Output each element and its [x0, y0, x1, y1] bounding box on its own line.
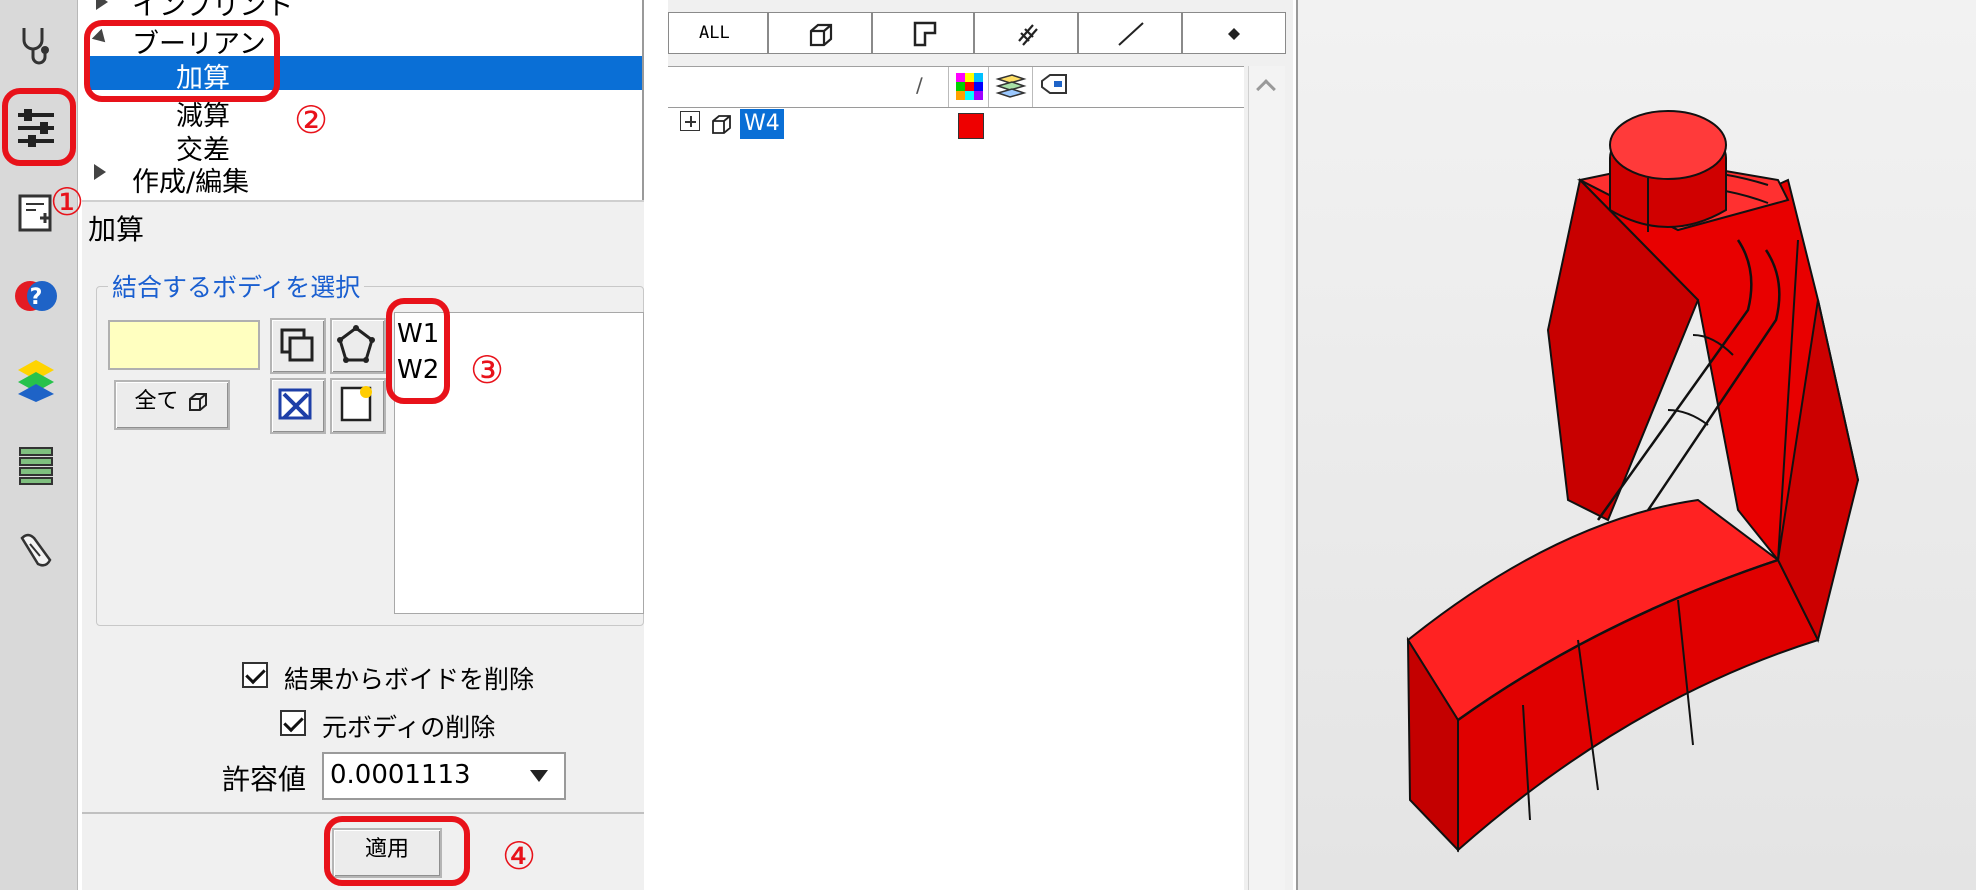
- dropdown-arrow-icon[interactable]: [530, 770, 548, 782]
- tag-column-icon[interactable]: [1038, 71, 1072, 103]
- tab-edge-set[interactable]: [974, 12, 1078, 54]
- tolerance-combobox[interactable]: 0.0001113: [322, 752, 566, 800]
- layer-column-icon[interactable]: [994, 71, 1028, 103]
- remove-voids-checkbox[interactable]: [242, 662, 268, 688]
- annotation-4: ④: [502, 834, 537, 878]
- list-item-w4[interactable]: W4: [740, 109, 784, 139]
- entity-list-panel: ALL ∕ W4: [668, 0, 1293, 891]
- solid-icon: [188, 393, 207, 411]
- body-color-swatch[interactable]: [958, 113, 984, 139]
- color-column-icon[interactable]: [954, 71, 986, 103]
- properties-panel: 加算 結合するボディを選択 全て W1 W2 結果からボイドを削除 元ボディの削…: [82, 200, 644, 890]
- polygon-select-icon: [337, 325, 375, 363]
- annotation-2: ②: [294, 98, 329, 142]
- point-filter-icon: [1228, 28, 1240, 40]
- color-layers-icon[interactable]: [12, 356, 60, 404]
- delete-source-label: 元ボディの削除: [322, 713, 496, 742]
- new-selection-button[interactable]: [330, 378, 386, 434]
- scroll-up-icon[interactable]: [1256, 79, 1276, 99]
- select-all-button[interactable]: 全て: [114, 380, 230, 430]
- clear-selection-button[interactable]: [270, 378, 326, 434]
- remove-voids-label: 結果からボイドを削除: [284, 665, 535, 694]
- new-page-icon: [340, 386, 372, 422]
- scroll-icon[interactable]: [12, 526, 60, 574]
- box-select-icon: [280, 328, 314, 362]
- polygon-select-button[interactable]: [330, 318, 386, 374]
- tab-solid[interactable]: [768, 12, 872, 54]
- header-divider: [988, 67, 989, 107]
- expand-node-icon[interactable]: [680, 111, 700, 131]
- body-selection-input[interactable]: [108, 320, 260, 370]
- clear-selection-icon: [278, 388, 312, 420]
- tab-line[interactable]: [1078, 12, 1182, 54]
- expand-arrow-icon[interactable]: [94, 164, 106, 180]
- group-label: 結合するボディを選択: [108, 268, 365, 304]
- tolerance-label: 許容値: [222, 763, 307, 796]
- red-solid-model: [1406, 110, 1860, 853]
- stethoscope-icon[interactable]: [12, 20, 60, 68]
- header-divider: [1032, 67, 1033, 107]
- solid-filter-icon: [809, 23, 833, 47]
- vertical-scrollbar[interactable]: [1248, 66, 1285, 890]
- annotation-box-2: [84, 20, 280, 102]
- help-icon[interactable]: ?: [12, 272, 60, 320]
- annotation-1: ①: [50, 180, 85, 224]
- face-filter-icon: [913, 21, 937, 47]
- select-all-label: 全て: [134, 389, 179, 414]
- edge-set-filter-icon: [1018, 24, 1038, 46]
- annotation-box-3: [386, 298, 450, 404]
- svg-text:?: ?: [30, 285, 43, 310]
- divider: [82, 812, 644, 814]
- list-header: ∕: [668, 67, 1244, 108]
- tab-all-label: ALL: [699, 23, 730, 43]
- box-select-button[interactable]: [270, 318, 326, 374]
- tab-point[interactable]: [1182, 12, 1286, 54]
- line-filter-icon: [1118, 22, 1144, 46]
- sort-indicator[interactable]: ∕: [916, 73, 923, 97]
- expand-arrow-icon[interactable]: [96, 0, 108, 10]
- tab-face[interactable]: [872, 12, 974, 54]
- tree-item-create-edit[interactable]: 作成/編集: [132, 160, 249, 199]
- header-divider: [948, 67, 949, 107]
- solid-body-icon: [712, 115, 731, 134]
- 3d-viewport[interactable]: [1296, 0, 1976, 890]
- annotation-box-4: [324, 816, 470, 886]
- tab-all[interactable]: ALL: [668, 12, 768, 54]
- delete-source-checkbox[interactable]: [280, 710, 306, 736]
- layers-icon[interactable]: [12, 440, 60, 488]
- annotation-3: ③: [470, 348, 505, 392]
- entity-list[interactable]: ∕ W4: [668, 66, 1244, 891]
- annotation-box-1: [2, 88, 76, 166]
- operation-title: 加算: [88, 213, 145, 246]
- tolerance-value: 0.0001113: [330, 760, 471, 790]
